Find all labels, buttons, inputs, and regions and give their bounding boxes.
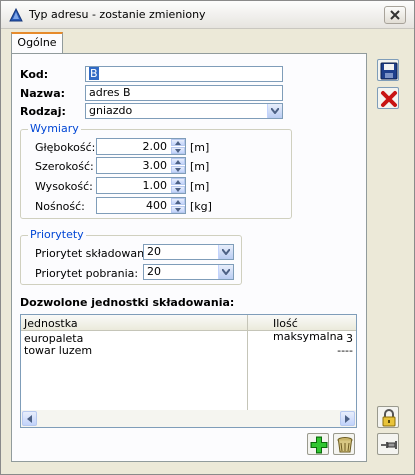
tab-ogolne-label: Ogólne xyxy=(17,36,57,49)
arrow-up-icon xyxy=(175,160,181,164)
cell-ilosc: 3 xyxy=(346,332,353,345)
arrow-down-icon xyxy=(175,168,181,172)
priorytet-skladowania-select[interactable]: 20 xyxy=(143,244,234,260)
kod-value: B xyxy=(89,67,99,80)
arrow-right-icon xyxy=(345,415,350,423)
priorytet-skladowania-label: Priorytet składowania: xyxy=(35,247,158,260)
tab-ogolne[interactable]: Ogólne xyxy=(11,32,63,54)
cell-ilosc: ---- xyxy=(337,344,353,357)
arrow-up-icon xyxy=(175,180,181,184)
chevron-down-icon xyxy=(222,269,230,275)
horizontal-scrollbar[interactable] xyxy=(21,410,356,427)
priorytety-title: Priorytety xyxy=(28,228,86,241)
glebokosc-value: 2.00 xyxy=(142,140,168,153)
priorytet-skladowania-value: 20 xyxy=(147,245,161,258)
spin-down-button[interactable] xyxy=(171,186,185,193)
app-icon xyxy=(9,8,23,22)
szerokosc-value: 3.00 xyxy=(142,159,168,172)
nazwa-value: adres B xyxy=(89,86,131,99)
szerokosc-unit: [m] xyxy=(190,160,210,173)
column-header-jednostka[interactable]: Jednostka xyxy=(24,317,78,330)
table-header: Jednostka Ilość maksymalna xyxy=(21,315,356,343)
wysokosc-value: 1.00 xyxy=(142,179,168,192)
spin-down-button[interactable] xyxy=(171,166,185,173)
szerokosc-input[interactable]: 3.00 xyxy=(96,157,186,174)
spin-down-button[interactable] xyxy=(171,147,185,154)
wysokosc-label: Wysokość: xyxy=(35,180,93,193)
rodzaj-value: gniazdo xyxy=(89,104,133,117)
table-row[interactable]: europaleta 3 xyxy=(21,333,356,344)
padlock-icon xyxy=(382,409,396,427)
priorytet-pobrania-label: Priorytet pobrania: xyxy=(35,267,139,280)
wysokosc-spinner[interactable] xyxy=(171,178,185,193)
szerokosc-label: Szerokość: xyxy=(35,160,94,173)
window-title: Typ adresu - zostanie zmieniony xyxy=(29,8,206,21)
spin-up-button[interactable] xyxy=(171,158,185,165)
scroll-left-button[interactable] xyxy=(22,411,37,426)
close-icon xyxy=(390,10,400,20)
nazwa-input[interactable]: adres B xyxy=(85,85,283,101)
chevron-down-icon xyxy=(271,108,279,114)
table-row[interactable]: towar luzem ---- xyxy=(21,345,356,356)
glebokosc-unit: [m] xyxy=(190,141,210,154)
kod-label: Kod: xyxy=(20,68,49,81)
nosnosc-value: 400 xyxy=(146,199,167,212)
trash-bin-icon xyxy=(337,437,353,453)
glebokosc-input[interactable]: 2.00 xyxy=(96,138,186,155)
wysokosc-input[interactable]: 1.00 xyxy=(96,177,186,194)
arrow-up-icon xyxy=(175,141,181,145)
red-x-icon xyxy=(381,91,397,107)
pin-button[interactable] xyxy=(377,433,399,455)
floppy-disk-icon xyxy=(380,62,398,80)
rodzaj-select[interactable]: gniazdo xyxy=(85,103,283,119)
spin-down-button[interactable] xyxy=(171,206,185,213)
cancel-button[interactable] xyxy=(377,87,399,109)
delete-button[interactable] xyxy=(333,433,355,455)
units-table[interactable]: Jednostka Ilość maksymalna europaleta 3 … xyxy=(20,314,357,428)
spin-up-button[interactable] xyxy=(171,178,185,185)
wymiary-title: Wymiary xyxy=(28,122,81,135)
priorytet-pobrania-dropdown-button[interactable] xyxy=(218,265,233,279)
green-plus-icon xyxy=(310,436,328,454)
nosnosc-input[interactable]: 400 xyxy=(96,197,186,214)
priorytet-pobrania-value: 20 xyxy=(147,265,161,278)
cell-jednostka: europaleta xyxy=(24,332,84,345)
arrow-down-icon xyxy=(175,188,181,192)
priorytet-skladowania-dropdown-button[interactable] xyxy=(218,245,233,259)
cell-jednostka: towar luzem xyxy=(24,344,93,357)
nosnosc-spinner[interactable] xyxy=(171,198,185,213)
priorytet-pobrania-select[interactable]: 20 xyxy=(143,264,234,280)
column-divider[interactable] xyxy=(247,315,248,411)
nosnosc-unit: [kg] xyxy=(190,200,212,213)
arrow-left-icon xyxy=(27,415,32,423)
nazwa-label: Nazwa: xyxy=(20,87,66,100)
lock-button[interactable] xyxy=(377,406,399,428)
arrow-down-icon xyxy=(175,208,181,212)
arrow-down-icon xyxy=(175,149,181,153)
rodzaj-label: Rodzaj: xyxy=(20,105,66,118)
wysokosc-unit: [m] xyxy=(190,180,210,193)
spin-up-button[interactable] xyxy=(171,139,185,146)
add-button[interactable] xyxy=(307,433,329,455)
kod-input[interactable]: B xyxy=(85,66,283,82)
glebokosc-label: Głębokość: xyxy=(35,141,96,154)
units-table-caption: Dozwolone jednostki składowania: xyxy=(20,296,235,309)
szerokosc-spinner[interactable] xyxy=(171,158,185,173)
dialog-window: Typ adresu - zostanie zmieniony Ogólne K… xyxy=(0,0,415,475)
close-button[interactable] xyxy=(384,6,406,24)
scroll-right-button[interactable] xyxy=(340,411,355,426)
rodzaj-dropdown-button[interactable] xyxy=(267,104,282,118)
save-button[interactable] xyxy=(377,59,399,81)
glebokosc-spinner[interactable] xyxy=(171,139,185,154)
nosnosc-label: Nośność: xyxy=(35,200,85,213)
spin-up-button[interactable] xyxy=(171,198,185,205)
arrow-up-icon xyxy=(175,200,181,204)
chevron-down-icon xyxy=(222,249,230,255)
pushpin-icon xyxy=(381,441,397,449)
title-bar[interactable]: Typ adresu - zostanie zmieniony xyxy=(1,1,414,29)
